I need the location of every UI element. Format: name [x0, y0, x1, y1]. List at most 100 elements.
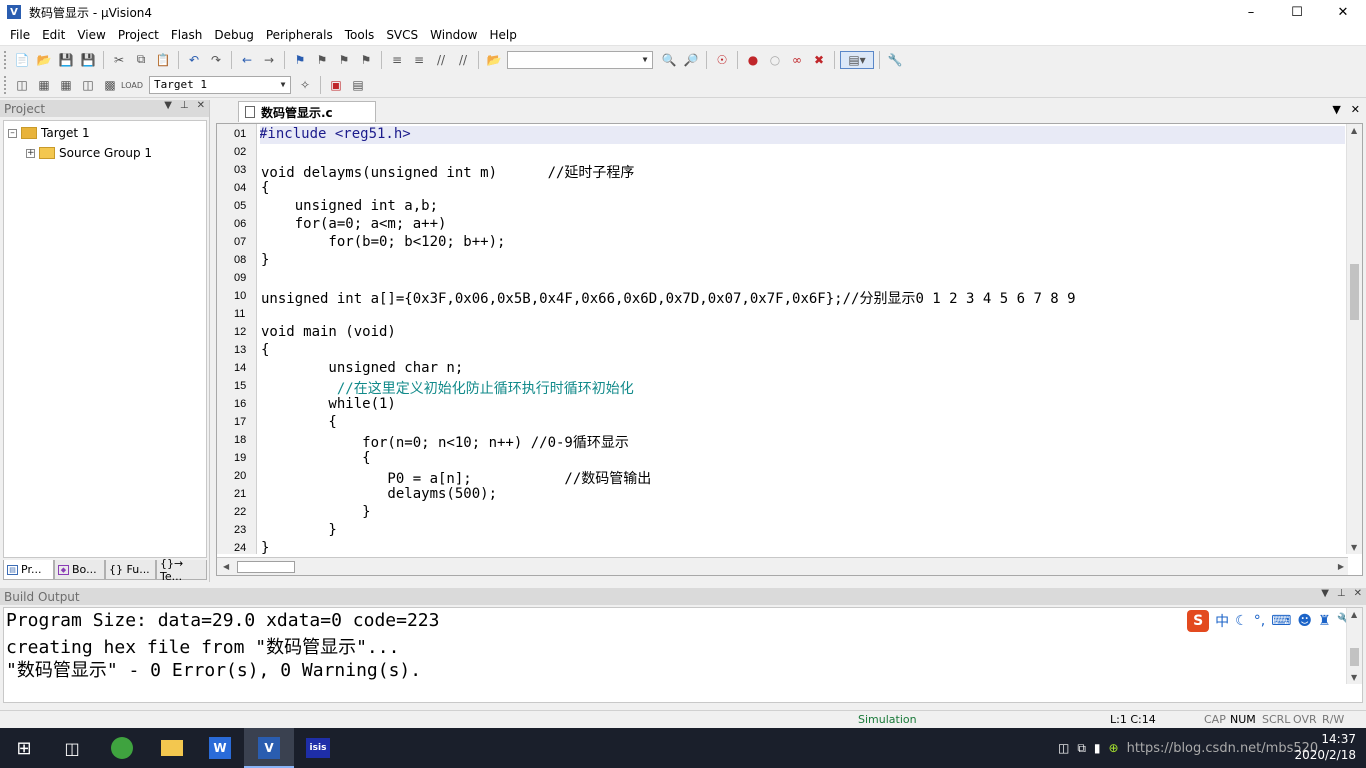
paste-icon[interactable]: 📋: [153, 51, 173, 69]
menu-svcs[interactable]: SVCS: [380, 28, 424, 42]
file-explorer-icon[interactable]: [160, 736, 184, 760]
find-combo[interactable]: ▼: [507, 50, 653, 69]
scroll-right-icon[interactable]: ▶: [1338, 562, 1344, 571]
scroll-left-icon[interactable]: ◀: [223, 562, 229, 571]
ime-mode[interactable]: 中: [1215, 611, 1229, 631]
scroll-down-icon[interactable]: ▼: [1351, 543, 1357, 552]
bookmark-icon[interactable]: ⚑: [290, 51, 310, 69]
menu-flash[interactable]: Flash: [165, 28, 208, 42]
prev-bookmark-icon[interactable]: ⚑: [312, 51, 332, 69]
punctuation-icon[interactable]: °,: [1254, 613, 1265, 629]
toolbar-grip[interactable]: [4, 76, 8, 94]
stop-build-icon[interactable]: ▩: [100, 76, 120, 94]
task-view-icon[interactable]: ◫: [60, 736, 84, 760]
code-line[interactable]: unsigned int a,b;: [261, 198, 438, 216]
disable-breakpoint-icon[interactable]: ○: [765, 51, 785, 69]
scroll-up-icon[interactable]: ▲: [1351, 610, 1357, 619]
wps-icon[interactable]: W: [208, 736, 232, 760]
panel-close-icon[interactable]: ✕: [197, 100, 205, 111]
menu-view[interactable]: View: [71, 28, 111, 42]
build-output-text[interactable]: Program Size: data=29.0 xdata=0 code=223…: [3, 607, 1363, 703]
code-line[interactable]: {: [261, 414, 336, 432]
code-line[interactable]: for(a=0; a<m; a++): [261, 216, 447, 234]
build-scroll-thumb[interactable]: [1350, 648, 1359, 666]
uvision-taskbar-icon[interactable]: V: [257, 736, 281, 760]
tree-item-source-group[interactable]: + Source Group 1: [26, 144, 152, 162]
browser-icon[interactable]: [110, 736, 134, 760]
scroll-down-icon[interactable]: ▼: [1351, 673, 1357, 682]
forward-icon[interactable]: →: [259, 51, 279, 69]
code-line[interactable]: for(n=0; n<10; n++) //0-9循环显示: [261, 432, 629, 451]
close-button[interactable]: ✕: [1320, 0, 1366, 24]
tab-project[interactable]: ▤ Pr...: [3, 560, 54, 580]
find-icon[interactable]: 🔍: [659, 51, 679, 69]
manage-books-icon[interactable]: ▤: [348, 76, 368, 94]
editor-tab-file[interactable]: 数码管显示.c: [238, 101, 376, 122]
code-line[interactable]: }: [261, 252, 269, 270]
moon-icon[interactable]: ☾: [1235, 613, 1248, 629]
menu-window[interactable]: Window: [424, 28, 483, 42]
code-line[interactable]: {: [261, 450, 370, 468]
tab-functions[interactable]: {} Fu...: [105, 560, 156, 580]
code-line[interactable]: //在这里定义初始化防止循环执行时循环初始化: [261, 378, 634, 397]
next-bookmark-icon[interactable]: ⚑: [334, 51, 354, 69]
add-icon[interactable]: ⊕: [1109, 741, 1119, 755]
window-layout-icon[interactable]: ▤▾: [840, 50, 874, 69]
panel-menu-icon[interactable]: ▼: [1321, 588, 1329, 599]
code-line[interactable]: delayms(500);: [261, 486, 497, 504]
rebuild-icon[interactable]: ▦: [56, 76, 76, 94]
build-vertical-scrollbar[interactable]: ▲ ▼: [1346, 608, 1362, 684]
horizontal-scroll-thumb[interactable]: [237, 561, 295, 573]
network-share-icon[interactable]: ◫: [1058, 741, 1069, 755]
shirt-icon[interactable]: ♜: [1318, 613, 1331, 629]
new-file-icon[interactable]: 📄: [12, 51, 32, 69]
user-icon[interactable]: ☻: [1297, 613, 1312, 629]
pin-icon[interactable]: ⊥: [180, 100, 189, 111]
configure-icon[interactable]: 🔧: [885, 51, 905, 69]
code-line[interactable]: void delayms(unsigned int m) //延时子程序: [261, 162, 634, 181]
code-line[interactable]: unsigned char n;: [261, 360, 463, 378]
tab-templates[interactable]: {}→ Te...: [156, 557, 207, 583]
target-options-icon[interactable]: ✧: [295, 76, 315, 94]
menu-peripherals[interactable]: Peripherals: [260, 28, 339, 42]
clock[interactable]: 14:37 2020/2/18: [1294, 731, 1356, 763]
isis-icon[interactable]: isis: [306, 736, 330, 760]
indent-icon[interactable]: ≡: [387, 51, 407, 69]
scroll-up-icon[interactable]: ▲: [1351, 126, 1357, 135]
panel-menu-icon[interactable]: ▼: [164, 100, 172, 111]
code-line[interactable]: for(b=0; b<120; b++);: [261, 234, 505, 252]
menu-debug[interactable]: Debug: [208, 28, 259, 42]
code-line[interactable]: }: [261, 504, 370, 522]
toolbar-grip[interactable]: [4, 50, 8, 69]
undo-icon[interactable]: ↶: [184, 51, 204, 69]
clear-bookmarks-icon[interactable]: ⚑: [356, 51, 376, 69]
sogou-logo-icon[interactable]: S: [1187, 610, 1210, 632]
keyboard-icon[interactable]: ⌨: [1271, 613, 1291, 629]
code-editor[interactable]: 01 02 03 04 05 06 07 08 09 10 11 12 13 14 15 16 17 18 19 20…: [216, 123, 1363, 576]
cut-icon[interactable]: ✂: [109, 51, 129, 69]
save-all-icon[interactable]: 💾: [78, 51, 98, 69]
tab-close-icon[interactable]: ✕: [1351, 103, 1360, 116]
debug-session-icon[interactable]: ☉: [712, 51, 732, 69]
vertical-scrollbar[interactable]: ▲ ▼: [1346, 124, 1362, 554]
code-line[interactable]: P0 = a[n]; //数码管输出: [261, 468, 651, 487]
maximize-button[interactable]: ☐: [1274, 0, 1320, 24]
find-in-files-icon[interactable]: 📂: [484, 51, 504, 69]
batch-build-icon[interactable]: ◫: [78, 76, 98, 94]
incremental-find-icon[interactable]: 🔎: [681, 51, 701, 69]
pin-icon[interactable]: ⊥: [1337, 588, 1346, 599]
collapse-icon[interactable]: –: [8, 128, 17, 138]
menu-edit[interactable]: Edit: [36, 28, 71, 42]
code-line[interactable]: unsigned int a[]={0x3F,0x06,0x5B,0x4F,0x…: [261, 288, 1076, 307]
save-icon[interactable]: 💾: [56, 51, 76, 69]
translate-icon[interactable]: ◫: [12, 76, 32, 94]
code-line[interactable]: {: [261, 342, 269, 360]
code-line[interactable]: {: [261, 180, 269, 198]
minimize-button[interactable]: –: [1228, 0, 1274, 24]
code-line[interactable]: while(1): [261, 396, 395, 414]
open-folder-icon[interactable]: 📂: [34, 51, 54, 69]
download-icon[interactable]: LOAD: [121, 76, 143, 94]
copy-icon[interactable]: ⧉: [131, 51, 151, 69]
code-line[interactable]: }: [261, 522, 336, 540]
windows-start-icon[interactable]: ⊞: [12, 736, 36, 760]
